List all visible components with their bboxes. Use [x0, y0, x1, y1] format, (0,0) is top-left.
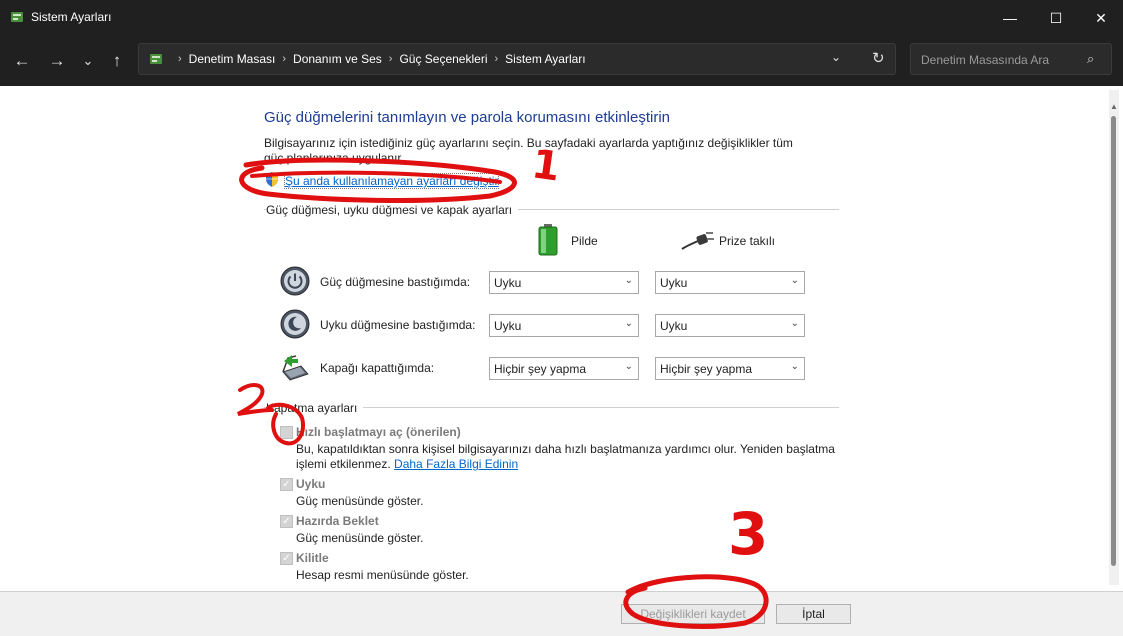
chevron-down-icon: ⌄: [624, 275, 633, 286]
control-panel-icon: [150, 54, 162, 64]
forward-arrow-icon[interactable]: →: [46, 50, 68, 72]
select-value: Uyku: [494, 276, 522, 290]
maximize-button[interactable]: ☐: [1033, 0, 1079, 36]
chevron-down-icon: ⌄: [790, 361, 799, 372]
sleep-option-label: Uyku: [296, 477, 326, 491]
close-button[interactable]: ✕: [1078, 0, 1123, 36]
footer-bar: [0, 591, 1123, 636]
select-value: Uyku: [660, 276, 688, 290]
power-button-plugged-select[interactable]: Uyku ⌄: [655, 271, 805, 294]
lid-close-battery-select[interactable]: Hiçbir şey yapma ⌄: [489, 357, 639, 380]
sleep-button-icon: [280, 309, 310, 339]
sleep-button-label: Uyku düğmesine bastığımda:: [320, 318, 476, 332]
vertical-scrollbar[interactable]: ▲: [1109, 90, 1119, 585]
search-box[interactable]: ⌕: [910, 43, 1112, 75]
control-panel-icon: [11, 12, 23, 22]
title-bar: Sistem Ayarları — ☐ ✕: [0, 0, 1123, 36]
chevron-down-icon: ⌄: [790, 318, 799, 329]
lock-checkbox[interactable]: ✓: [280, 552, 293, 565]
shutdown-group-title: Kapatma ayarları: [266, 401, 364, 415]
sleep-button-battery-select[interactable]: Uyku ⌄: [489, 314, 639, 337]
hibernate-option-description: Güç menüsünde göster.: [296, 531, 424, 545]
column-header-battery: Pilde: [571, 234, 598, 248]
power-buttons-group-title: Güç düğmesi, uyku düğmesi ve kapak ayarl…: [266, 203, 519, 217]
settings-window: Sistem Ayarları — ☐ ✕ ← → ⌄ ↑ › Denetim …: [0, 0, 1123, 636]
search-input[interactable]: [919, 50, 1083, 70]
address-dropdown-chevron-icon[interactable]: ⌄: [831, 50, 841, 64]
select-value: Hiçbir şey yapma: [494, 362, 587, 376]
laptop-lid-icon: [282, 355, 309, 381]
address-bar[interactable]: › Denetim Masası › Donanım ve Ses › Güç …: [138, 43, 896, 75]
chevron-down-icon: ⌄: [790, 275, 799, 286]
annotation-number-3: 3: [728, 500, 769, 568]
breadcrumb-item[interactable]: Denetim Masası: [189, 52, 276, 66]
breadcrumb-separator: ›: [494, 53, 499, 65]
lid-close-label: Kapağı kapattığımda:: [320, 361, 435, 375]
select-value: Uyku: [494, 319, 522, 333]
search-icon[interactable]: ⌕: [1087, 51, 1094, 67]
fast-startup-checkbox[interactable]: [280, 426, 293, 439]
battery-icon: [538, 224, 558, 256]
back-arrow-icon[interactable]: ←: [11, 50, 33, 72]
power-button-icon: [280, 266, 310, 296]
sleep-option-description: Güç menüsünde göster.: [296, 494, 424, 508]
power-plug-icon: [681, 232, 714, 250]
breadcrumb: › Denetim Masası › Donanım ve Ses › Güç …: [171, 44, 586, 74]
cancel-button[interactable]: İptal: [776, 604, 851, 624]
sleep-checkbox[interactable]: ✓: [280, 478, 293, 491]
chevron-down-icon: ⌄: [624, 318, 633, 329]
recent-locations-chevron-icon[interactable]: ⌄: [77, 50, 99, 72]
fast-startup-label: Hızlı başlatmayı aç (önerilen): [296, 425, 461, 439]
scroll-thumb[interactable]: [1111, 116, 1116, 566]
page-title: Güç düğmelerini tanımlayın ve parola kor…: [264, 109, 671, 126]
hibernate-checkbox[interactable]: ✓: [280, 515, 293, 528]
hibernate-option-label: Hazırda Beklet: [296, 514, 379, 528]
select-value: Uyku: [660, 319, 688, 333]
lock-option-label: Kilitle: [296, 551, 329, 565]
change-unavailable-settings-link[interactable]: Şu anda kullanılamayan ayarları değiştir: [283, 173, 500, 189]
save-changes-button[interactable]: Değişiklikleri kaydet: [621, 604, 765, 624]
breadcrumb-separator: ›: [178, 53, 182, 65]
lid-close-plugged-select[interactable]: Hiçbir şey yapma ⌄: [655, 357, 805, 380]
fast-startup-description-text: Bu, kapatıldıktan sonra kişisel bilgisay…: [296, 442, 835, 471]
breadcrumb-separator: ›: [282, 53, 287, 65]
window-title: Sistem Ayarları: [31, 10, 112, 24]
chevron-down-icon: ⌄: [624, 361, 633, 372]
breadcrumb-item[interactable]: Sistem Ayarları: [505, 52, 585, 66]
fast-startup-description: Bu, kapatıldıktan sonra kişisel bilgisay…: [296, 442, 836, 472]
uac-shield-icon: [266, 172, 278, 187]
refresh-icon[interactable]: ↻: [872, 49, 885, 67]
lock-option-description: Hesap resmi menüsünde göster.: [296, 568, 469, 582]
sleep-button-plugged-select[interactable]: Uyku ⌄: [655, 314, 805, 337]
learn-more-link[interactable]: Daha Fazla Bilgi Edinin: [394, 457, 518, 471]
power-button-label: Güç düğmesine bastığımda:: [320, 275, 471, 289]
column-header-plugged-in: Prize takılı: [719, 234, 776, 248]
breadcrumb-item[interactable]: Güç Seçenekleri: [399, 52, 487, 66]
breadcrumb-item[interactable]: Donanım ve Ses: [293, 52, 382, 66]
select-value: Hiçbir şey yapma: [660, 362, 753, 376]
power-button-battery-select[interactable]: Uyku ⌄: [489, 271, 639, 294]
minimize-button[interactable]: —: [987, 0, 1033, 36]
breadcrumb-separator: ›: [388, 53, 393, 65]
scroll-up-arrow-icon[interactable]: ▲: [1109, 102, 1119, 111]
up-arrow-icon[interactable]: ↑: [106, 50, 128, 72]
